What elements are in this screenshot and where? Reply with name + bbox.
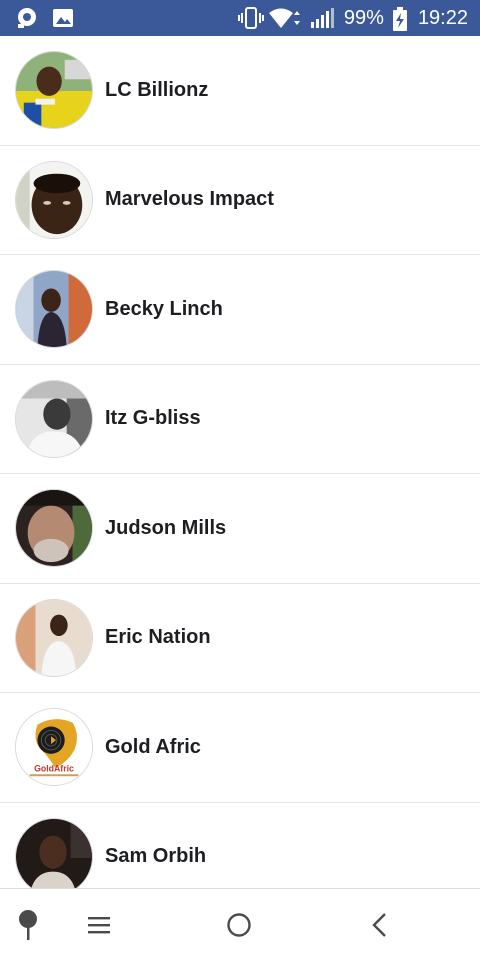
system-nav-bar bbox=[0, 888, 480, 960]
image-icon bbox=[52, 7, 74, 29]
clock: 19:22 bbox=[417, 6, 468, 29]
friend-row[interactable]: Itz G-bliss bbox=[0, 365, 480, 474]
wifi-icon bbox=[268, 7, 302, 29]
avatar[interactable] bbox=[15, 598, 93, 677]
friend-row[interactable]: Sam Orbih bbox=[0, 803, 480, 888]
home-icon[interactable] bbox=[221, 907, 257, 943]
vibrate-icon bbox=[237, 7, 264, 29]
friend-row[interactable]: GoldAfric Gold Afric bbox=[0, 693, 480, 803]
friend-name[interactable]: Judson Mills bbox=[105, 517, 226, 540]
avatar[interactable] bbox=[15, 489, 93, 568]
battery-charging-icon bbox=[392, 7, 408, 31]
gold-afric-logo-text: GoldAfric bbox=[34, 764, 74, 774]
menu-icon[interactable] bbox=[81, 907, 117, 943]
friend-row[interactable]: Becky Linch bbox=[0, 255, 480, 365]
friend-name[interactable]: Eric Nation bbox=[105, 626, 211, 649]
avatar[interactable] bbox=[15, 51, 93, 130]
friend-name[interactable]: Itz G-bliss bbox=[105, 407, 201, 430]
friend-name[interactable]: LC Billionz bbox=[105, 79, 208, 102]
status-right: 99% 19:22 bbox=[230, 6, 468, 31]
friend-name[interactable]: Becky Linch bbox=[105, 298, 223, 321]
friend-name[interactable]: Sam Orbih bbox=[105, 845, 206, 868]
friend-name[interactable]: Marvelous Impact bbox=[105, 188, 274, 211]
back-icon[interactable] bbox=[362, 907, 398, 943]
signal-icon bbox=[310, 7, 336, 29]
avatar[interactable] bbox=[15, 379, 93, 458]
status-bar: 99% 19:22 bbox=[0, 0, 480, 36]
friend-row[interactable]: Marvelous Impact bbox=[0, 146, 480, 255]
friend-row[interactable]: Judson Mills bbox=[0, 474, 480, 584]
friend-row[interactable]: LC Billionz bbox=[0, 36, 480, 146]
pin-icon[interactable] bbox=[10, 907, 46, 943]
avatar[interactable] bbox=[15, 817, 93, 888]
status-left bbox=[16, 7, 88, 29]
avatar[interactable] bbox=[15, 160, 93, 239]
battery-percent: 99% bbox=[343, 6, 384, 29]
gold-afric-logo[interactable]: GoldAfric bbox=[15, 708, 93, 787]
friend-row[interactable]: Eric Nation bbox=[0, 584, 480, 693]
notification-app-icon bbox=[16, 7, 38, 29]
friend-name[interactable]: Gold Afric bbox=[105, 736, 201, 759]
friends-list: LC Billionz Marvelous Impact Becky Linch… bbox=[0, 36, 480, 888]
avatar[interactable] bbox=[15, 270, 93, 349]
